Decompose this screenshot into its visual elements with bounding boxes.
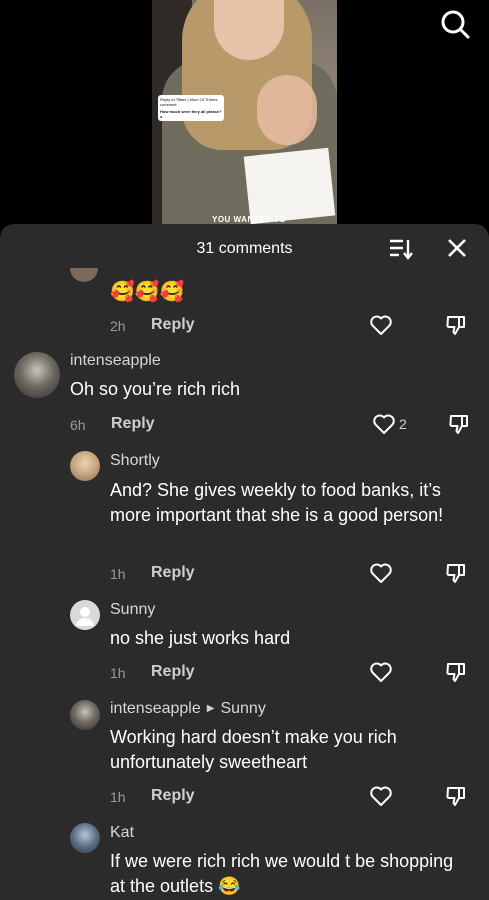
comment-time: 1h <box>110 665 126 681</box>
dislike-icon[interactable] <box>447 412 471 436</box>
heart-icon[interactable] <box>372 413 396 435</box>
dislike-icon[interactable] <box>444 660 468 684</box>
question-text: How much were they all please? x <box>160 109 222 119</box>
comment-username[interactable]: intenseapple <box>110 700 201 717</box>
video-hand <box>257 75 317 145</box>
reply-arrow-icon: ▶ <box>206 703 215 714</box>
avatar[interactable] <box>14 352 60 398</box>
sort-icon[interactable] <box>388 237 414 261</box>
question-sticker: Reply to Tiffani | Mom Of Threes comment… <box>158 95 224 121</box>
comment-text: And? She gives weekly to food banks, it’… <box>110 480 444 525</box>
comment-time: 1h <box>110 566 126 582</box>
video-preview[interactable]: Reply to Tiffani | Mom Of Threes comment… <box>152 0 337 224</box>
comment-text: Working hard doesn’t make you rich unfor… <box>110 727 397 772</box>
dislike-icon[interactable] <box>444 313 468 337</box>
dislike-icon[interactable] <box>444 784 468 808</box>
default-avatar-icon <box>76 607 94 626</box>
like-count: 2 <box>399 416 407 432</box>
heart-icon[interactable] <box>369 661 393 683</box>
comment-username-line: intenseapple ▶ Sunny <box>110 700 266 718</box>
comment-text: If we were rich rich we would t be shopp… <box>110 851 454 896</box>
heart-icon[interactable] <box>369 785 393 807</box>
reply-to-username[interactable]: Sunny <box>220 700 265 717</box>
comment-username[interactable]: intenseapple <box>70 352 161 370</box>
comment-username[interactable]: Kat <box>110 824 134 842</box>
comment-text: no she just works hard <box>110 628 291 648</box>
video-paper <box>243 147 336 224</box>
avatar[interactable] <box>70 700 100 730</box>
avatar[interactable] <box>70 823 100 853</box>
video-caption: YOU WANTED TO <box>212 215 286 224</box>
comment-time: 2h <box>110 318 126 334</box>
comments-count: 31 comments <box>196 240 293 257</box>
reply-button[interactable]: Reply <box>151 663 195 681</box>
comments-header: 31 comments <box>0 224 489 272</box>
dislike-icon[interactable] <box>444 561 468 585</box>
search-icon[interactable] <box>439 8 471 40</box>
comment-time: 6h <box>70 417 86 433</box>
question-header: Reply to Tiffani | Mom Of Threes comment <box>160 97 218 107</box>
comment-username[interactable]: Sunny <box>110 601 155 619</box>
comment-username[interactable]: Shortly <box>110 452 160 470</box>
heart-icon[interactable] <box>369 314 393 336</box>
reply-button[interactable]: Reply <box>151 787 195 805</box>
avatar[interactable] <box>70 600 100 630</box>
comment-time: 1h <box>110 789 126 805</box>
close-icon[interactable] <box>445 236 469 260</box>
avatar[interactable] <box>70 451 100 481</box>
reply-button[interactable]: Reply <box>151 564 195 582</box>
comment-text: Oh so you’re rich rich <box>70 379 241 399</box>
comments-sheet: 31 comments <box>0 224 489 900</box>
reply-button[interactable]: Reply <box>111 415 155 433</box>
reply-button[interactable]: Reply <box>151 316 195 334</box>
heart-icon[interactable] <box>369 562 393 584</box>
comment-text: 🥰🥰🥰 <box>110 281 185 303</box>
